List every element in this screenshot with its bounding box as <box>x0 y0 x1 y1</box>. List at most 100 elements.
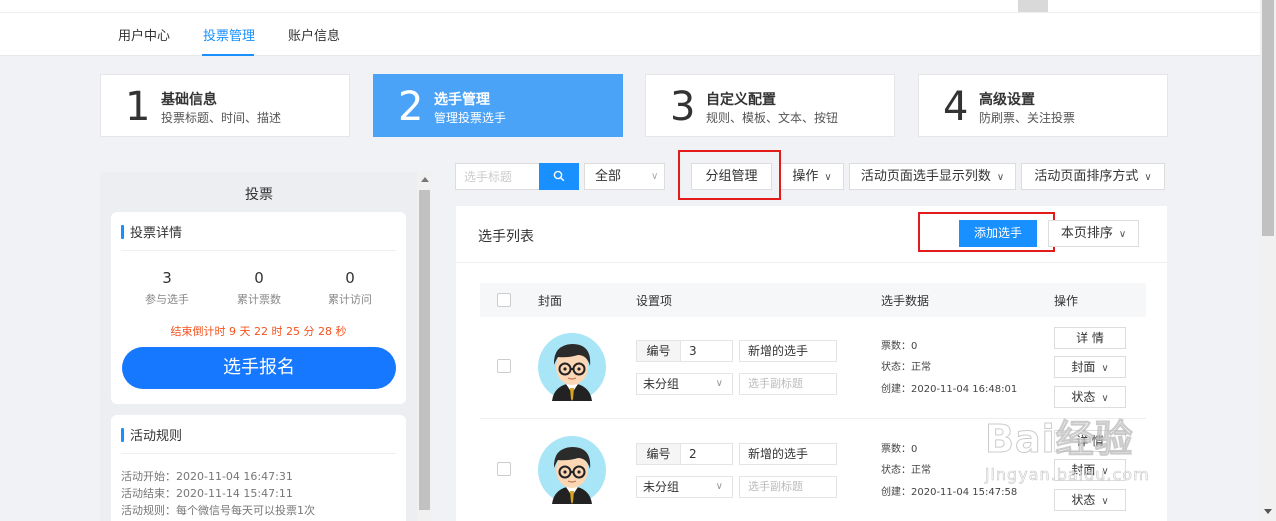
status-label: 状态 <box>1071 493 1096 507</box>
sort-dropdown[interactable]: 活动页面排序方式 ∨ <box>1021 163 1165 190</box>
created-time: 创建：2020-11-04 15:47:58 <box>881 487 1018 498</box>
contestant-avatar-icon[interactable] <box>538 333 606 401</box>
detail-button[interactable]: 详 情 <box>1054 327 1126 349</box>
step-title: 基础信息 <box>161 92 217 108</box>
scroll-up-arrow-icon[interactable] <box>421 177 429 182</box>
contestant-subtitle-input[interactable]: 选手副标题 <box>739 373 837 395</box>
vote-details-heading: 投票详情 <box>121 222 182 241</box>
step-number: 3 <box>670 84 696 130</box>
step-desc: 投票标题、时间、描述 <box>161 111 282 125</box>
contestant-avatar-icon[interactable] <box>538 436 606 504</box>
step-basic-info[interactable]: 1 基础信息 投票标题、时间、描述 <box>100 74 350 137</box>
contestant-search-input[interactable] <box>455 163 539 190</box>
cover-dropdown[interactable]: 封面 ∨ <box>1054 459 1126 481</box>
created-time: 创建：2020-11-04 16:48:01 <box>881 384 1018 395</box>
number-input[interactable]: 3 <box>680 340 733 362</box>
step-number: 1 <box>125 84 151 130</box>
chevron-down-icon: ∨ <box>1101 496 1109 507</box>
stat-contestants-value: 3 <box>162 269 172 287</box>
step-advanced-settings[interactable]: 4 高级设置 防刷票、关注投票 <box>918 74 1168 137</box>
search-icon <box>553 170 565 182</box>
contestant-status: 状态：正常 <box>881 465 931 476</box>
col-data: 选手数据 <box>881 294 930 308</box>
countdown-text: 结束倒计时 9 天 22 时 25 分 28 秒 <box>170 325 347 338</box>
page-sort-label: 本页排序 <box>1060 226 1113 241</box>
rule-end: 活动结束：2020-11-14 15:47:11 <box>121 487 293 500</box>
add-contestant-button[interactable]: 添加选手 <box>959 220 1037 247</box>
operate-dropdown[interactable]: 操作 ∨ <box>780 163 844 190</box>
cover-dropdown[interactable]: 封面 ∨ <box>1054 356 1126 378</box>
header-divider <box>0 12 1260 13</box>
col-ops: 操作 <box>1054 294 1079 308</box>
activity-rules-heading: 活动规则 <box>121 425 182 444</box>
chevron-down-icon: ∨ <box>715 378 723 389</box>
tab-vote-management[interactable]: 投票管理 <box>203 25 255 44</box>
chevron-down-icon: ∨ <box>1118 229 1127 240</box>
rule-limit: 活动规则：每个微信号每天可以投票1次 <box>121 504 315 517</box>
columns-dropdown[interactable]: 活动页面选手显示列数 ∨ <box>849 163 1016 190</box>
row-checkbox[interactable] <box>497 359 511 373</box>
search-button[interactable] <box>539 163 579 190</box>
columns-label: 活动页面选手显示列数 <box>860 169 991 184</box>
select-all-checkbox[interactable] <box>497 293 511 307</box>
number-label: 编号 <box>636 443 680 465</box>
filter-select[interactable]: 全部 ∨ <box>584 163 665 190</box>
tab-account-info[interactable]: 账户信息 <box>288 25 340 44</box>
stat-visits-value: 0 <box>345 269 355 287</box>
stat-votes-value: 0 <box>254 269 264 287</box>
table-header <box>480 283 1146 317</box>
divider <box>121 453 396 454</box>
group-value: 未分组 <box>643 377 680 391</box>
divider <box>121 250 396 251</box>
operate-label: 操作 <box>792 169 819 184</box>
col-settings: 设置项 <box>636 294 673 308</box>
contestant-name-input[interactable]: 新增的选手 <box>739 443 837 465</box>
preview-title: 投票 <box>245 187 273 203</box>
status-dropdown[interactable]: 状态 ∨ <box>1054 489 1126 511</box>
user-avatar[interactable] <box>1018 0 1048 12</box>
step-contestant-management[interactable]: 2 选手管理 管理投票选手 <box>373 74 623 137</box>
row-divider <box>480 418 1146 419</box>
chevron-down-icon: ∨ <box>1101 466 1109 477</box>
scroll-down-arrow-icon[interactable] <box>1264 509 1272 514</box>
status-dropdown[interactable]: 状态 ∨ <box>1054 386 1126 408</box>
step-custom-config[interactable]: 3 自定义配置 规则、模板、文本、按钮 <box>645 74 895 137</box>
chevron-down-icon: ∨ <box>651 171 659 182</box>
page-scrollbar[interactable] <box>1260 0 1276 521</box>
contestant-name-input[interactable]: 新增的选手 <box>739 340 837 362</box>
chevron-down-icon: ∨ <box>1144 172 1152 183</box>
page-sort-dropdown[interactable]: 本页排序 ∨ <box>1048 220 1139 247</box>
activity-rules-card: 活动规则 活动开始：2020-11-04 16:47:31 活动结束：2020-… <box>111 415 406 521</box>
col-cover: 封面 <box>538 294 563 308</box>
step-number: 4 <box>943 84 969 130</box>
step-desc: 规则、模板、文本、按钮 <box>706 111 839 125</box>
preview-scroll-thumb[interactable] <box>419 190 430 510</box>
chevron-down-icon: ∨ <box>1101 393 1109 404</box>
contestant-subtitle-input[interactable]: 选手副标题 <box>739 476 837 498</box>
chevron-down-icon: ∨ <box>824 172 832 183</box>
cover-label: 封面 <box>1071 463 1096 477</box>
group-select[interactable]: 未分组 ∨ <box>636 476 733 498</box>
step-desc: 防刷票、关注投票 <box>979 111 1076 125</box>
group-select[interactable]: 未分组 ∨ <box>636 373 733 395</box>
group-value: 未分组 <box>643 480 680 494</box>
number-input[interactable]: 2 <box>680 443 733 465</box>
chevron-down-icon: ∨ <box>996 172 1005 183</box>
step-desc: 管理投票选手 <box>434 111 507 125</box>
top-navbar: 用户中心 投票管理 账户信息 <box>0 0 1260 56</box>
group-management-button[interactable]: 分组管理 <box>691 163 772 190</box>
tab-user-center[interactable]: 用户中心 <box>118 25 170 44</box>
rule-start: 活动开始：2020-11-04 16:47:31 <box>121 470 293 483</box>
stat-contestants-label: 参与选手 <box>145 293 189 306</box>
chevron-down-icon: ∨ <box>715 481 723 492</box>
detail-button[interactable]: 详 情 <box>1054 430 1126 452</box>
row-checkbox[interactable] <box>497 462 511 476</box>
contestant-signup-button[interactable]: 选手报名 <box>122 347 396 389</box>
page-scroll-thumb[interactable] <box>1262 0 1274 236</box>
status-label: 状态 <box>1071 390 1096 404</box>
vote-count: 票数：0 <box>881 444 918 455</box>
step-title: 高级设置 <box>979 92 1035 108</box>
step-title: 选手管理 <box>434 92 490 108</box>
filter-value: 全部 <box>595 169 622 184</box>
contestant-list-title: 选手列表 <box>478 229 534 245</box>
